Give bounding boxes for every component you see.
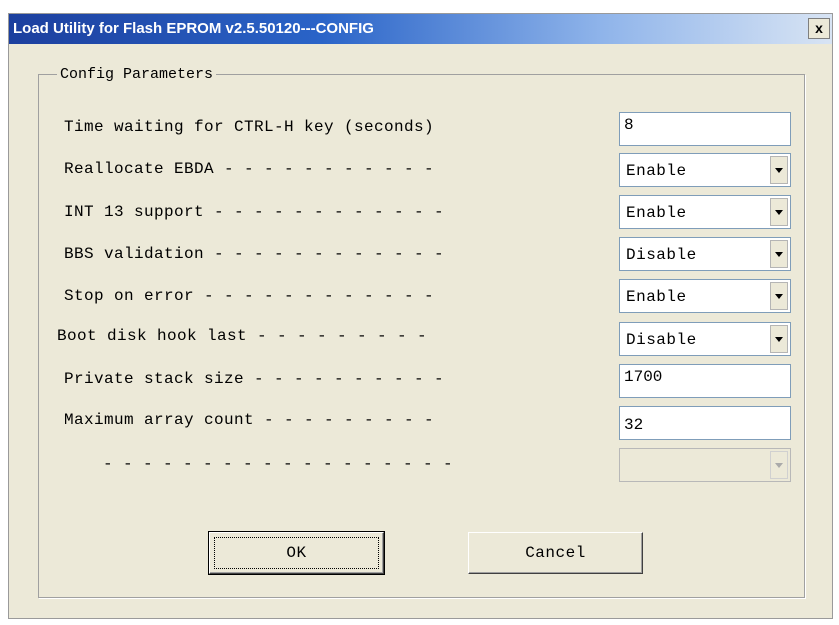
param-label-time-waiting: Time waiting for CTRL-H key (seconds): [64, 118, 435, 136]
time-waiting-input[interactable]: 8: [619, 112, 791, 146]
chevron-down-icon: [770, 451, 788, 479]
bbs-validation-select[interactable]: Disable: [619, 237, 791, 271]
param-label-bbs-validation: BBS validation - - - - - - - - - - - -: [64, 245, 445, 263]
title-bar[interactable]: Load Utility for Flash EPROM v2.5.50120-…: [9, 14, 832, 44]
bbs-validation-value: Disable: [626, 246, 697, 264]
stop-on-error-value: Enable: [626, 288, 687, 306]
chevron-down-icon[interactable]: [770, 325, 788, 353]
private-stack-size-input[interactable]: 1700: [619, 364, 791, 398]
stop-on-error-select[interactable]: Enable: [619, 279, 791, 313]
blank-disabled-select: [619, 448, 791, 482]
param-label-reallocate-ebda: Reallocate EBDA - - - - - - - - - - -: [64, 160, 435, 178]
chevron-down-icon[interactable]: [770, 282, 788, 310]
boot-disk-hook-last-value: Disable: [626, 331, 697, 349]
param-label-stop-on-error: Stop on error - - - - - - - - - - - -: [64, 287, 435, 305]
reallocate-ebda-select[interactable]: Enable: [619, 153, 791, 187]
reallocate-ebda-value: Enable: [626, 162, 687, 180]
chevron-down-icon[interactable]: [770, 156, 788, 184]
config-dialog: Load Utility for Flash EPROM v2.5.50120-…: [8, 13, 833, 619]
chevron-down-icon[interactable]: [770, 240, 788, 268]
chevron-down-icon[interactable]: [770, 198, 788, 226]
param-label-private-stack-size: Private stack size - - - - - - - - - -: [64, 370, 445, 388]
boot-disk-hook-last-select[interactable]: Disable: [619, 322, 791, 356]
param-label-blank: - - - - - - - - - - - - - - - - - -: [103, 455, 454, 473]
ok-button[interactable]: OK: [208, 531, 385, 575]
close-button[interactable]: x: [808, 18, 830, 39]
param-label-boot-disk-hook-last: Boot disk hook last - - - - - - - - -: [57, 327, 428, 345]
param-label-maximum-array-count: Maximum array count - - - - - - - - -: [64, 411, 435, 429]
int13-support-select[interactable]: Enable: [619, 195, 791, 229]
param-label-int13-support: INT 13 support - - - - - - - - - - - -: [64, 203, 445, 221]
group-title: Config Parameters: [57, 66, 217, 83]
cancel-button[interactable]: Cancel: [468, 532, 643, 574]
window-title: Load Utility for Flash EPROM v2.5.50120-…: [13, 20, 374, 37]
maximum-array-count-input[interactable]: 32: [619, 406, 791, 440]
int13-support-value: Enable: [626, 204, 687, 222]
